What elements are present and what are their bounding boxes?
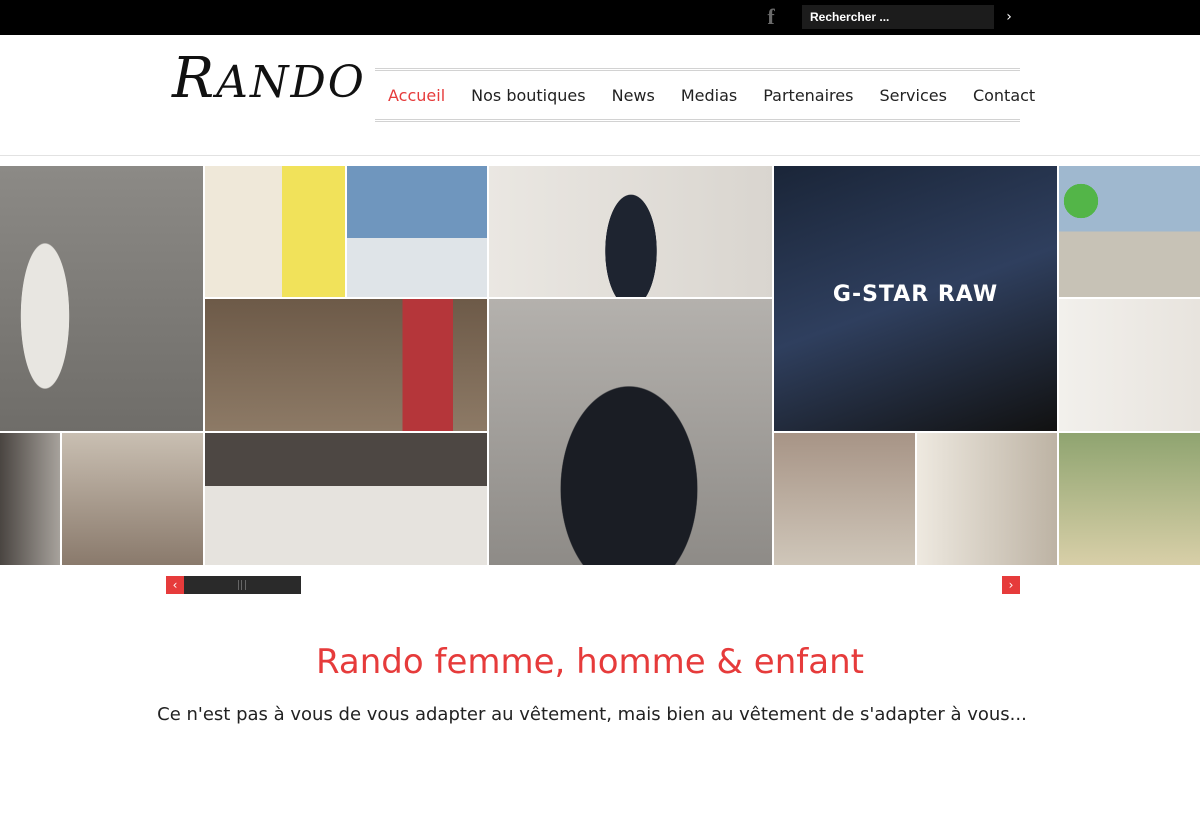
search-input[interactable] xyxy=(802,5,994,29)
photo-kid-scooter[interactable] xyxy=(1059,166,1200,297)
photo-children-group[interactable] xyxy=(205,299,487,431)
photo-woman-scarf[interactable] xyxy=(62,433,203,565)
nav-item-accueil[interactable]: Accueil xyxy=(388,86,445,105)
top-bar: f › xyxy=(0,0,1200,35)
search-form: › xyxy=(802,5,1020,29)
slider-prev-icon[interactable]: ‹ xyxy=(166,576,184,594)
photo-aloha-sweater[interactable] xyxy=(489,299,772,565)
nav-item-medias[interactable]: Medias xyxy=(681,86,737,105)
photo-blonde-girl[interactable] xyxy=(1059,433,1200,565)
photo-girl-yellow[interactable] xyxy=(205,166,345,297)
photo-lace-jacket[interactable] xyxy=(489,166,772,297)
photo-scooter[interactable] xyxy=(347,166,487,297)
nav-item-news[interactable]: News xyxy=(612,86,655,105)
slider-next-icon[interactable]: › xyxy=(1002,576,1020,594)
slider-handle[interactable] xyxy=(238,580,246,590)
search-submit-icon[interactable]: › xyxy=(998,5,1020,29)
header-divider xyxy=(0,155,1200,156)
gstar-raw-label: G-STAR RAW xyxy=(832,282,999,307)
facebook-icon[interactable]: f xyxy=(760,5,782,29)
photo-woman-white-outfit[interactable] xyxy=(0,166,203,431)
photo-left-partial[interactable] xyxy=(0,433,60,565)
photo-girl-hat[interactable] xyxy=(1059,299,1200,431)
site-logo[interactable]: RANDO xyxy=(172,48,364,110)
photo-bags[interactable] xyxy=(774,433,915,565)
nav-item-services[interactable]: Services xyxy=(879,86,946,105)
main-nav: Accueil Nos boutiques News Medias Parten… xyxy=(375,68,1035,122)
nav-item-nos-boutiques[interactable]: Nos boutiques xyxy=(471,86,585,105)
photo-mosaic: G-STAR RAW xyxy=(0,166,1200,565)
photo-man-doorway[interactable] xyxy=(917,433,1057,565)
nav-item-partenaires[interactable]: Partenaires xyxy=(763,86,853,105)
photo-shoes-still-life[interactable] xyxy=(205,433,487,565)
photo-gstar-jeans[interactable]: G-STAR RAW xyxy=(774,166,1057,431)
page-tagline: Ce n'est pas à vous de vous adapter au v… xyxy=(157,704,1027,725)
nav-item-contact[interactable]: Contact xyxy=(973,86,1035,105)
page-headline: Rando femme, homme & enfant xyxy=(316,642,864,682)
